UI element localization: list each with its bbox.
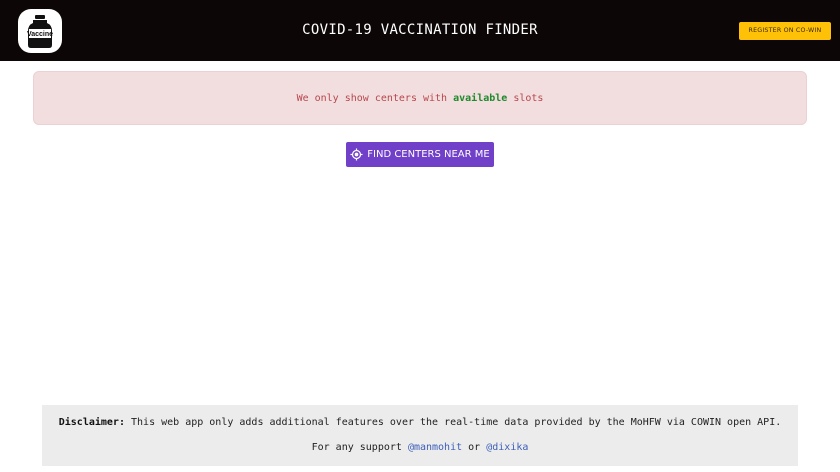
register-cowin-button[interactable]: REGISTER ON CO-WIN bbox=[739, 22, 831, 40]
alert-highlight: available bbox=[453, 93, 508, 104]
alert-prefix: We only show centers with bbox=[296, 93, 448, 104]
support-link-manmohit[interactable]: @manmohit bbox=[408, 442, 462, 453]
find-centers-label: FIND CENTERS NEAR ME bbox=[367, 149, 490, 160]
alert-suffix: slots bbox=[513, 93, 544, 104]
support-link-dixika[interactable]: @dixika bbox=[486, 442, 528, 453]
footer-disclaimer: Disclaimer: This web app only adds addit… bbox=[42, 405, 798, 466]
disclaimer-line: Disclaimer: This web app only adds addit… bbox=[42, 417, 798, 428]
find-centers-button[interactable]: FIND CENTERS NEAR ME bbox=[346, 142, 494, 167]
support-or: or bbox=[468, 442, 481, 453]
page-title: COVID-19 VACCINATION FINDER bbox=[302, 22, 538, 38]
availability-alert: We only show centers with available slot… bbox=[33, 71, 807, 125]
locate-icon bbox=[350, 148, 363, 161]
app-header: Vaccine COVID-19 VACCINATION FINDER REGI… bbox=[0, 0, 840, 61]
disclaimer-label: Disclaimer: bbox=[58, 417, 125, 428]
support-prefix: For any support bbox=[311, 442, 402, 453]
disclaimer-text: This web app only adds additional featur… bbox=[131, 417, 782, 428]
support-line: For any support @manmohit or @dixika bbox=[42, 442, 798, 453]
